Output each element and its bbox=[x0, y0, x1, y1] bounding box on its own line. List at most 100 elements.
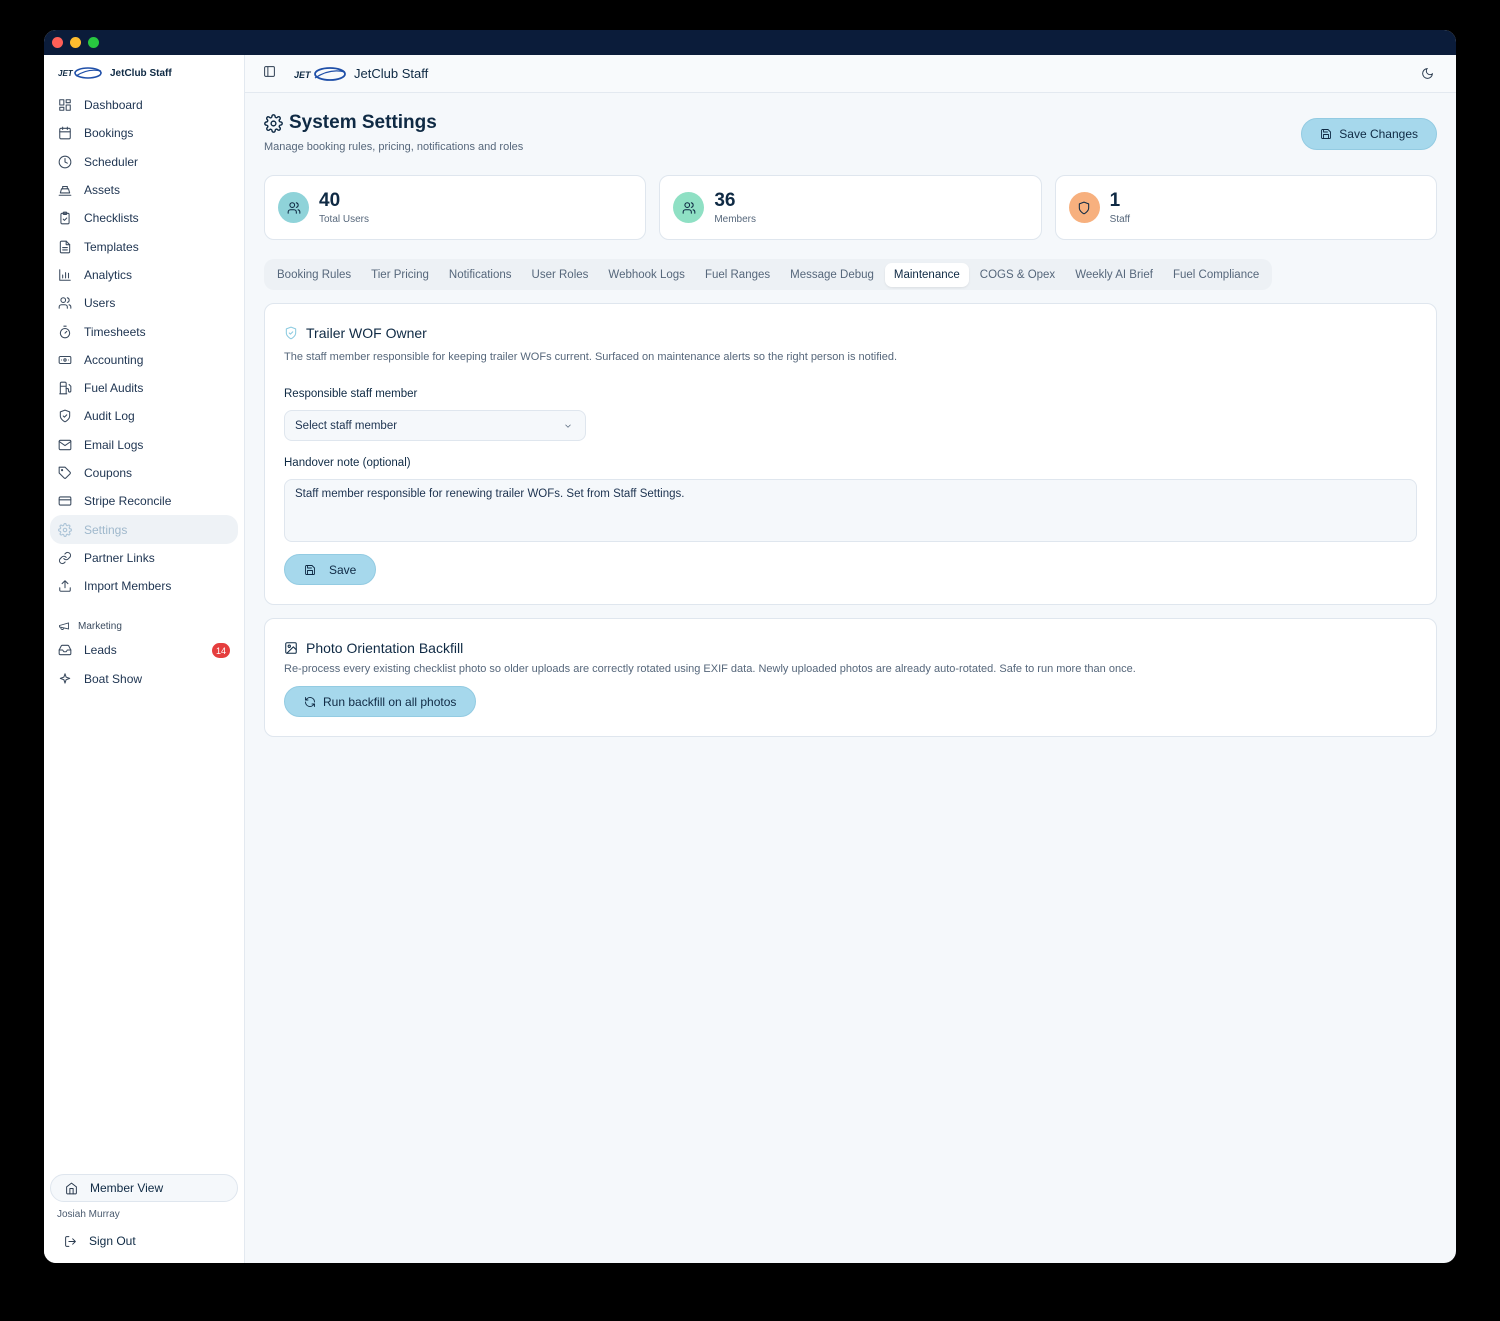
tab-booking-rules[interactable]: Booking Rules bbox=[268, 263, 360, 287]
page-title-text: System Settings bbox=[289, 112, 437, 133]
svg-text:JET: JET bbox=[58, 69, 74, 78]
maximize-window-button[interactable] bbox=[88, 37, 99, 48]
leads-count-badge: 14 bbox=[212, 643, 230, 659]
sidebar-item-boat-show[interactable]: Boat Show bbox=[50, 665, 238, 693]
sidebar-item-coupons[interactable]: Coupons bbox=[50, 459, 238, 487]
timer-icon bbox=[59, 325, 71, 338]
main-area: JET JetClub Staff System Settings Manage… bbox=[245, 55, 1456, 1263]
topbar-title: JetClub Staff bbox=[354, 66, 429, 81]
moon-icon bbox=[1422, 68, 1433, 79]
sidebar-item-label: Bookings bbox=[84, 126, 134, 141]
sidebar-item-users[interactable]: Users bbox=[50, 289, 238, 317]
card-title-text: Trailer WOF Owner bbox=[306, 325, 427, 341]
save-changes-button[interactable]: Save Changes bbox=[1301, 118, 1437, 150]
stat-label: Staff bbox=[1109, 213, 1131, 225]
tab-message-debug[interactable]: Message Debug bbox=[781, 263, 883, 287]
responsible-staff-label: Responsible staff member bbox=[284, 388, 418, 400]
sidebar-item-audit-log[interactable]: Audit Log bbox=[50, 402, 238, 430]
tab-fuel-ranges[interactable]: Fuel Ranges bbox=[696, 263, 779, 287]
settings-page: System Settings Manage booking rules, pr… bbox=[245, 93, 1456, 737]
sign-out-label: Sign Out bbox=[89, 1234, 136, 1248]
sidebar-item-dashboard[interactable]: Dashboard bbox=[50, 91, 238, 119]
save-button[interactable]: Save bbox=[284, 554, 377, 585]
sign-out-button[interactable]: Sign Out bbox=[50, 1227, 238, 1255]
stat-icon-circle bbox=[673, 192, 705, 223]
tab-notifications[interactable]: Notifications bbox=[440, 263, 521, 287]
run-backfill-button[interactable]: Run backfill on all photos bbox=[284, 686, 477, 717]
sidebar-item-label: Analytics bbox=[84, 267, 133, 282]
handover-note-textarea[interactable]: Staff member responsible for renewing tr… bbox=[284, 479, 1417, 542]
tab-webhook-logs[interactable]: Webhook Logs bbox=[599, 263, 694, 287]
tab-fuel-compliance[interactable]: Fuel Compliance bbox=[1164, 263, 1268, 287]
marketing-label: Marketing bbox=[78, 620, 122, 632]
sidebar-item-timesheets[interactable]: Timesheets bbox=[50, 317, 238, 345]
sidebar: JET JetClub Staff Dashboard Bookings Sch… bbox=[44, 55, 245, 1263]
sidebar-item-accounting[interactable]: Accounting bbox=[50, 346, 238, 374]
theme-toggle-button[interactable] bbox=[1421, 67, 1434, 85]
sidebar-item-assets[interactable]: Assets bbox=[50, 176, 238, 204]
card-description: Re-process every existing checklist phot… bbox=[284, 663, 1136, 675]
sidebar-item-label: Partner Links bbox=[84, 550, 155, 565]
responsible-staff-select[interactable]: Select staff member bbox=[284, 410, 586, 441]
mail-icon bbox=[58, 439, 72, 450]
sidebar-item-label: Checklists bbox=[84, 211, 139, 226]
shield-check-icon bbox=[285, 326, 297, 340]
select-value: Select staff member bbox=[295, 419, 398, 432]
save-label: Save bbox=[329, 562, 357, 577]
tab-user-roles[interactable]: User Roles bbox=[523, 263, 598, 287]
log-out-icon bbox=[65, 1235, 76, 1247]
sidebar-item-label: Templates bbox=[84, 239, 139, 254]
stat-card-members: 36 Members bbox=[659, 175, 1042, 240]
sidebar-item-checklists[interactable]: Checklists bbox=[50, 204, 238, 232]
sidebar-item-scheduler[interactable]: Scheduler bbox=[50, 148, 238, 176]
topbar-logo: JET bbox=[294, 66, 346, 82]
brand-name: JetClub Staff bbox=[110, 67, 172, 79]
upload-icon bbox=[59, 580, 71, 592]
shield-icon bbox=[1078, 201, 1090, 214]
tab-tier-pricing[interactable]: Tier Pricing bbox=[362, 263, 438, 287]
clipboard-check-icon bbox=[60, 211, 70, 225]
sidebar-item-partner-links[interactable]: Partner Links bbox=[50, 544, 238, 572]
bar-chart-icon bbox=[59, 269, 71, 281]
member-view-label: Member View bbox=[90, 1181, 164, 1195]
sidebar-toggle-button[interactable] bbox=[263, 65, 276, 83]
save-icon bbox=[305, 564, 315, 575]
current-user-name: Josiah Murray bbox=[57, 1209, 120, 1220]
stats-row: 40 Total Users 36 Members 1 Staff bbox=[264, 175, 1437, 240]
sidebar-item-bookings[interactable]: Bookings bbox=[50, 119, 238, 147]
sidebar-nav: Dashboard Bookings Scheduler Assets Chec… bbox=[44, 91, 244, 600]
sidebar-item-analytics[interactable]: Analytics bbox=[50, 261, 238, 289]
tab-cogs-opex[interactable]: COGS & Opex bbox=[971, 263, 1064, 287]
stat-icon-circle bbox=[1068, 192, 1100, 223]
sidebar-item-label: Leads bbox=[84, 643, 117, 658]
sidebar-item-label: Stripe Reconcile bbox=[84, 494, 172, 509]
minimize-window-button[interactable] bbox=[70, 37, 81, 48]
member-view-button[interactable]: Member View bbox=[50, 1174, 238, 1202]
sidebar-item-stripe-reconcile[interactable]: Stripe Reconcile bbox=[50, 487, 238, 515]
sidebar-item-import-members[interactable]: Import Members bbox=[50, 572, 238, 600]
window-titlebar bbox=[44, 30, 1456, 55]
sidebar-item-fuel-audits[interactable]: Fuel Audits bbox=[50, 374, 238, 402]
credit-card-icon bbox=[58, 496, 72, 506]
sidebar-item-label: Email Logs bbox=[84, 437, 144, 452]
home-icon bbox=[66, 1182, 77, 1194]
card-title: Trailer WOF Owner bbox=[284, 325, 427, 341]
sidebar-item-templates[interactable]: Templates bbox=[50, 232, 238, 260]
close-window-button[interactable] bbox=[52, 37, 63, 48]
inbox-icon bbox=[58, 645, 72, 656]
sidebar-item-label: Dashboard bbox=[84, 98, 143, 113]
tab-maintenance[interactable]: Maintenance bbox=[884, 262, 969, 287]
clock-icon bbox=[58, 155, 72, 169]
users-icon bbox=[58, 297, 72, 309]
sidebar-item-leads[interactable]: Leads 14 bbox=[50, 636, 238, 664]
sidebar-item-email-logs[interactable]: Email Logs bbox=[50, 431, 238, 459]
page-header: System Settings Manage booking rules, pr… bbox=[264, 93, 1437, 175]
chevron-down-icon bbox=[565, 423, 571, 428]
link-icon bbox=[58, 551, 72, 564]
sidebar-footer: Member View Josiah Murray Sign Out bbox=[44, 1174, 244, 1263]
tab-weekly-ai-brief[interactable]: Weekly AI Brief bbox=[1066, 263, 1162, 287]
sidebar-item-settings[interactable]: Settings bbox=[50, 515, 238, 544]
sidebar-item-label: Settings bbox=[84, 522, 128, 537]
dashboard-icon bbox=[59, 99, 71, 111]
marketing-section-label: Marketing bbox=[44, 616, 244, 636]
